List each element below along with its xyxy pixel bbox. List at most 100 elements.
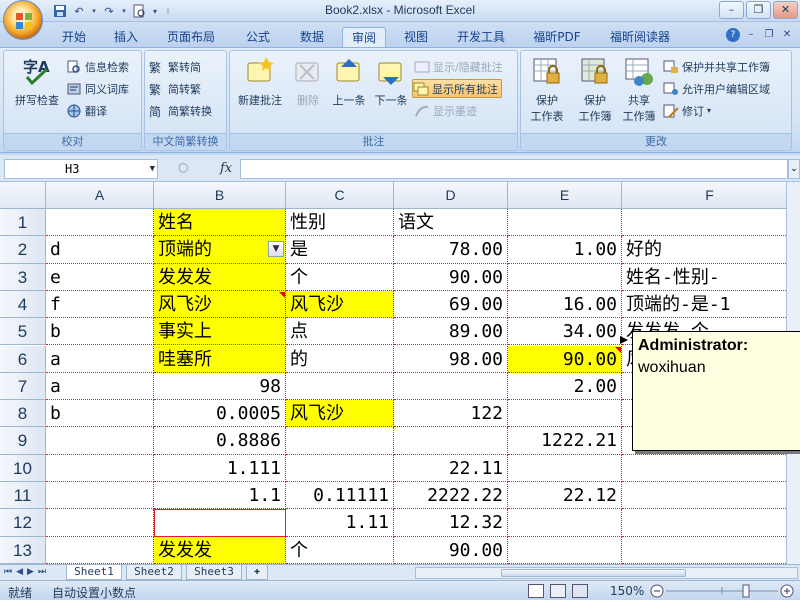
ribbon-close-icon[interactable]: ✕ [780,28,794,42]
cell-b12[interactable] [154,509,286,537]
show-hide-comment-button[interactable]: 显示/隐藏批注 [414,57,503,76]
close-button[interactable]: ✕ [773,1,798,19]
row-header-2[interactable]: 2 [0,236,46,264]
new-comment-button[interactable]: 新建批注 [232,55,288,108]
cell-e11[interactable]: 22.12 [508,482,622,510]
cell-e8[interactable] [508,400,622,428]
name-box-dropdown-icon[interactable]: ▼ [150,160,155,178]
sheet-tab-sheet2[interactable]: Sheet2 [126,565,182,580]
previous-comment-button[interactable]: 上一条 [328,55,370,108]
cell-dropdown-icon[interactable]: ▼ [268,241,284,258]
cell-b13[interactable]: 发发发 [154,536,286,564]
cell-a9[interactable] [46,427,154,455]
ribbon-restore-icon[interactable]: ❐ [762,28,776,42]
tab-formulas[interactable]: 公式 [236,27,280,48]
cell-c6[interactable]: 的 [286,345,394,373]
cell-e2[interactable]: 1.00 [508,236,622,264]
cell-f1[interactable] [622,209,798,237]
horizontal-scroll-thumb[interactable] [501,569,686,577]
cell-b9[interactable]: 0.8886 [154,427,286,455]
cell-b10[interactable]: 1.111 [154,454,286,482]
cell-d7[interactable] [394,372,508,401]
to-simplified-button[interactable]: 繁 繁转简 [149,57,201,76]
cell-b5[interactable]: 事实上 [154,318,286,346]
ribbon-minimize-icon[interactable]: – [744,28,758,42]
allow-edit-ranges-button[interactable]: 允许用户编辑区域 [663,79,770,98]
row-header-8[interactable]: 8 [0,400,46,428]
research-button[interactable]: 信息检索 [66,57,129,76]
column-header-f[interactable]: F [622,182,798,209]
cell-d11[interactable]: 2222.22 [394,482,508,510]
row-header-1[interactable]: 1 [0,209,46,237]
cell-a13[interactable] [46,536,154,564]
cell-a10[interactable] [46,454,154,482]
cell-f3[interactable]: 姓名-性别- [622,263,798,291]
first-sheet-icon[interactable]: ⏮ [4,567,12,577]
cell-a1[interactable] [46,209,154,237]
cell-e6[interactable]: 90.00 [508,345,622,373]
cell-a3[interactable]: e [46,263,154,291]
prev-sheet-icon[interactable]: ◀ [16,567,23,577]
cell-d8[interactable]: 122 [394,400,508,428]
column-header-a[interactable]: A [46,182,154,209]
protect-workbook-button[interactable]: 保护 工作簿 [571,55,619,124]
cell-d3[interactable]: 90.00 [394,263,508,291]
select-all-corner[interactable] [0,182,46,209]
tab-foxit-pdf[interactable]: 福昕PDF [524,27,590,48]
column-header-c[interactable]: C [286,182,394,209]
cell-c11[interactable]: 0.11111 [286,482,394,510]
cell-f12[interactable] [622,509,798,537]
cell-e5[interactable]: 34.00 [508,318,622,346]
help-icon[interactable]: ? [726,28,740,42]
row-header-9[interactable]: 9 [0,427,46,455]
comment-box[interactable]: Administrator: woxihuan [632,331,800,451]
cell-b8[interactable]: 0.0005 [154,400,286,428]
cell-e4[interactable]: 16.00 [508,290,622,319]
cell-e10[interactable] [508,454,622,482]
zoom-level[interactable]: 150% [610,584,644,598]
row-header-13[interactable]: 13 [0,536,46,564]
tab-developer[interactable]: 开发工具 [448,27,514,48]
last-sheet-icon[interactable]: ⏭ [38,567,46,577]
row-header-6[interactable]: 6 [0,345,46,373]
column-header-e[interactable]: E [508,182,622,209]
next-sheet-icon[interactable]: ▶ [27,567,34,577]
column-header-d[interactable]: D [394,182,508,209]
cell-c1[interactable]: 性别 [286,209,394,237]
page-break-view-icon[interactable] [572,584,588,598]
cell-c3[interactable]: 个 [286,263,394,291]
cell-f10[interactable] [622,454,798,482]
horizontal-scrollbar[interactable] [415,567,798,579]
next-comment-button[interactable]: 下一条 [370,55,412,108]
row-header-10[interactable]: 10 [0,454,46,482]
cell-a12[interactable] [46,509,154,537]
row-header-11[interactable]: 11 [0,482,46,510]
cell-a6[interactable]: a [46,345,154,373]
row-header-5[interactable]: 5 [0,318,46,346]
row-header-3[interactable]: 3 [0,263,46,291]
show-ink-button[interactable]: 显示墨迹 [414,101,477,120]
cell-c12[interactable]: 1.11 [286,509,394,537]
office-button[interactable] [3,0,43,40]
track-changes-button[interactable]: 修订 ▾ [663,101,711,120]
page-layout-view-icon[interactable] [550,584,566,598]
to-traditional-button[interactable]: 繁 简转繁 [149,79,201,98]
row-header-12[interactable]: 12 [0,509,46,537]
cell-d9[interactable] [394,427,508,455]
normal-view-icon[interactable] [528,584,544,598]
row-header-4[interactable]: 4 [0,290,46,319]
cell-e13[interactable] [508,536,622,564]
insert-sheet-icon[interactable]: ✚ [246,565,268,580]
sheet-tab-sheet1[interactable]: Sheet1 [66,565,122,580]
cell-b11[interactable]: 1.1 [154,482,286,510]
cell-a2[interactable]: d [46,236,154,264]
cell-c2[interactable]: 是 [286,236,394,264]
cell-d1[interactable]: 语文 [394,209,508,237]
spell-check-button[interactable]: 字A 拼写检查 [8,55,66,108]
cell-e3[interactable] [508,263,622,291]
tab-data[interactable]: 数据 [290,27,334,48]
cell-f11[interactable] [622,482,798,510]
restore-button[interactable]: ❐ [746,1,771,19]
cell-f4[interactable]: 顶端的-是-1 [622,290,798,319]
cell-d2[interactable]: 78.00 [394,236,508,264]
